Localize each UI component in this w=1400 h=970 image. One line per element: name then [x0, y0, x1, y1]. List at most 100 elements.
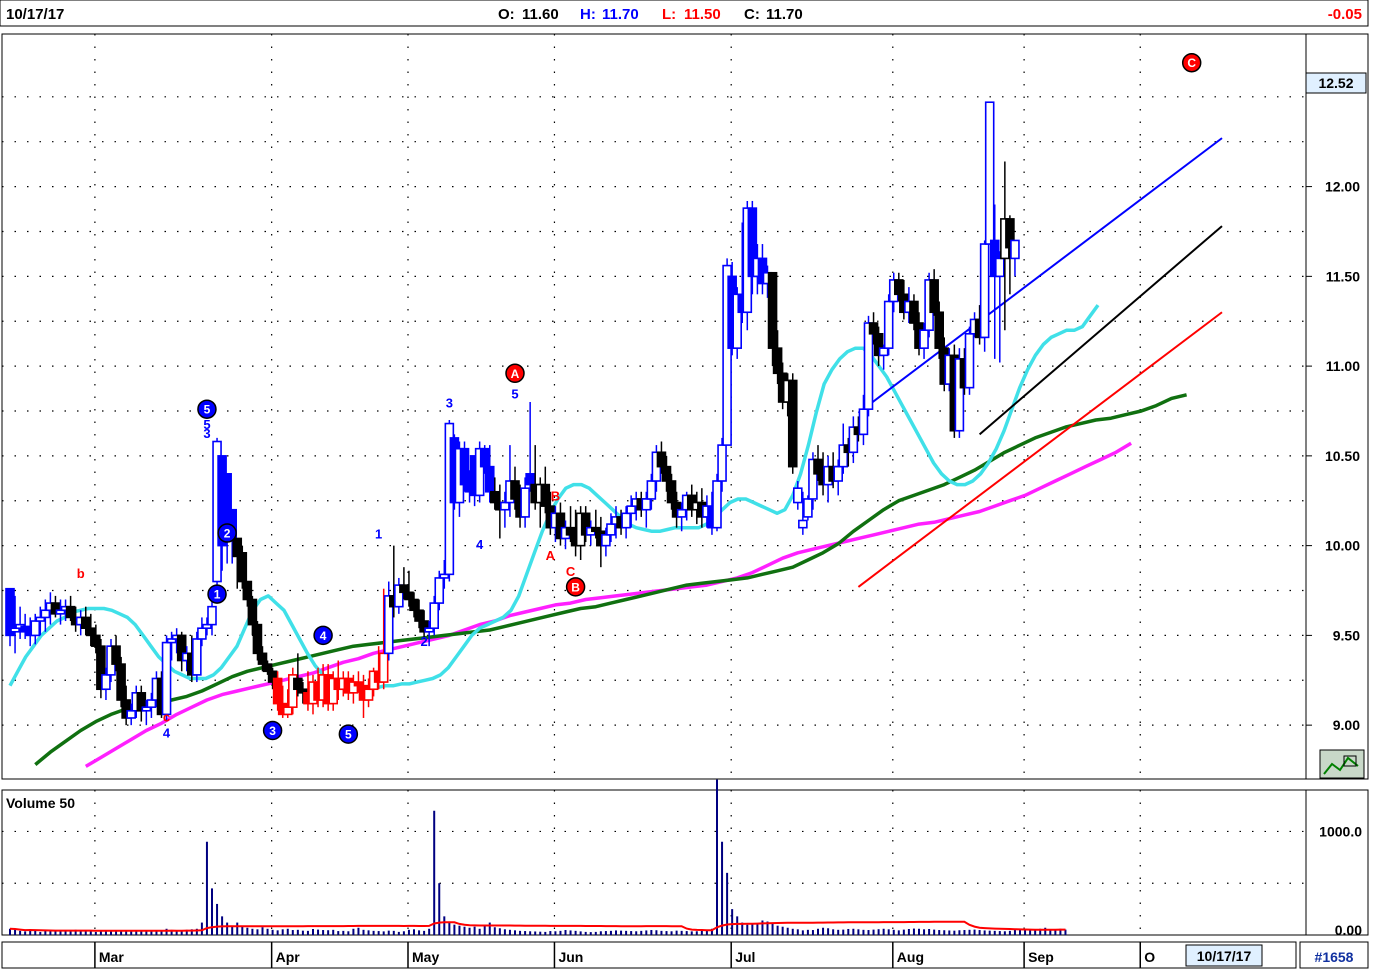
candle-body — [909, 300, 919, 324]
candle-body — [641, 498, 652, 511]
candle-body — [479, 447, 490, 468]
candle-body — [510, 480, 520, 500]
price-axis — [1305, 33, 1369, 780]
candle-body — [101, 674, 111, 691]
price-tick-label: 10.00 — [1325, 538, 1360, 554]
candle-body — [964, 332, 975, 389]
candle-body — [30, 620, 41, 637]
month-label: O — [1144, 949, 1155, 965]
candle-body — [984, 101, 995, 245]
candle-body — [293, 677, 303, 691]
wave-circle-label: 4 — [320, 629, 327, 643]
wave-circle: 4 — [313, 625, 333, 646]
candle-body — [282, 706, 293, 716]
month-label: Aug — [897, 949, 924, 965]
candle-body — [247, 598, 258, 626]
price-tick-label: 11.00 — [1326, 358, 1360, 374]
volume-tick-label: 1000.0 — [1319, 823, 1362, 839]
candle-body — [86, 627, 96, 637]
candle-body — [520, 487, 530, 518]
volume-tick-label: 0.00 — [1335, 922, 1362, 938]
header-open-label: O: — [498, 6, 515, 23]
price-tick-label: 11.50 — [1326, 268, 1360, 284]
wave-label: 5 — [511, 386, 518, 401]
candle-body — [646, 480, 657, 500]
candle-body — [207, 605, 217, 626]
candle-body — [565, 526, 576, 536]
candle-body — [626, 505, 636, 515]
candle-body — [192, 638, 202, 676]
candle-body — [792, 487, 803, 504]
candle-body — [717, 444, 727, 482]
candle-body — [40, 609, 51, 619]
candle — [979, 240, 990, 352]
price-tick-label: 12.00 — [1325, 179, 1360, 195]
wave-label: 4 — [476, 537, 484, 552]
candle-body — [540, 483, 551, 507]
wave-circle-label: A — [511, 367, 520, 381]
candle-body — [858, 408, 869, 436]
candle — [964, 326, 975, 395]
candle-body — [833, 465, 844, 482]
wave-circle: B — [565, 577, 586, 597]
candle-body — [798, 519, 808, 529]
candle-body — [126, 709, 136, 719]
candle-body — [772, 347, 783, 375]
candle-body — [252, 623, 263, 655]
candle-body — [237, 552, 248, 583]
wave-label: C — [566, 564, 576, 579]
wave-circle-label: 2 — [224, 527, 231, 541]
candle-body — [676, 508, 687, 518]
candle-body — [65, 605, 76, 619]
candle-body — [621, 512, 631, 529]
wave-circle: 5 — [338, 724, 359, 744]
chart-thumbnail-icon[interactable] — [1319, 749, 1365, 779]
header-open: 11.60 — [522, 6, 559, 23]
candle-body — [20, 625, 30, 633]
candle-body — [116, 663, 126, 701]
volume-title: Volume 50 — [6, 795, 75, 811]
month-label: Jun — [558, 949, 583, 965]
header-high-label: H: — [580, 6, 596, 23]
candle-body — [262, 663, 273, 673]
candle-body — [1010, 239, 1020, 260]
candle-body — [161, 641, 172, 716]
header-close-label: C: — [744, 6, 760, 23]
candle-body — [863, 322, 874, 410]
wave-circle-label: 5 — [204, 403, 211, 417]
wave-circle-label: 3 — [269, 724, 276, 738]
wave-circle: 3 — [262, 720, 283, 741]
price-tick-label: 9.00 — [1333, 717, 1360, 733]
candle-body — [712, 480, 722, 529]
wave-label: 1 — [375, 526, 382, 541]
month-label: Mar — [99, 949, 124, 965]
candle-body — [91, 634, 101, 647]
candle-body — [197, 627, 207, 640]
candle-body — [489, 490, 500, 504]
candle-body — [409, 598, 419, 612]
month-label: Sep — [1028, 949, 1054, 965]
wave-circle-label: B — [571, 580, 580, 594]
wave-circle: 1 — [207, 584, 227, 604]
wave-circle: 2 — [217, 523, 237, 543]
header-low: 11.50 — [684, 6, 721, 23]
wave-circle: A — [505, 363, 525, 384]
current-date: 10/17/17 — [1197, 948, 1252, 964]
price-tick-label: 10.50 — [1325, 448, 1360, 464]
candle-body — [666, 480, 677, 504]
candle-body — [111, 645, 121, 665]
candle-body — [656, 451, 667, 468]
candle-body — [525, 473, 535, 486]
candle-body — [378, 652, 389, 683]
candle-body — [929, 279, 939, 314]
wave-circle: C — [1181, 52, 1202, 73]
candle-body — [813, 458, 823, 475]
candle-body — [893, 279, 904, 296]
candle — [712, 473, 722, 532]
volume-pane — [1, 789, 1307, 936]
month-label: Jul — [735, 949, 755, 965]
header-change: -0.05 — [1328, 6, 1362, 23]
wave-label: B — [551, 489, 560, 504]
candle-body — [979, 243, 990, 339]
candle — [984, 101, 995, 245]
